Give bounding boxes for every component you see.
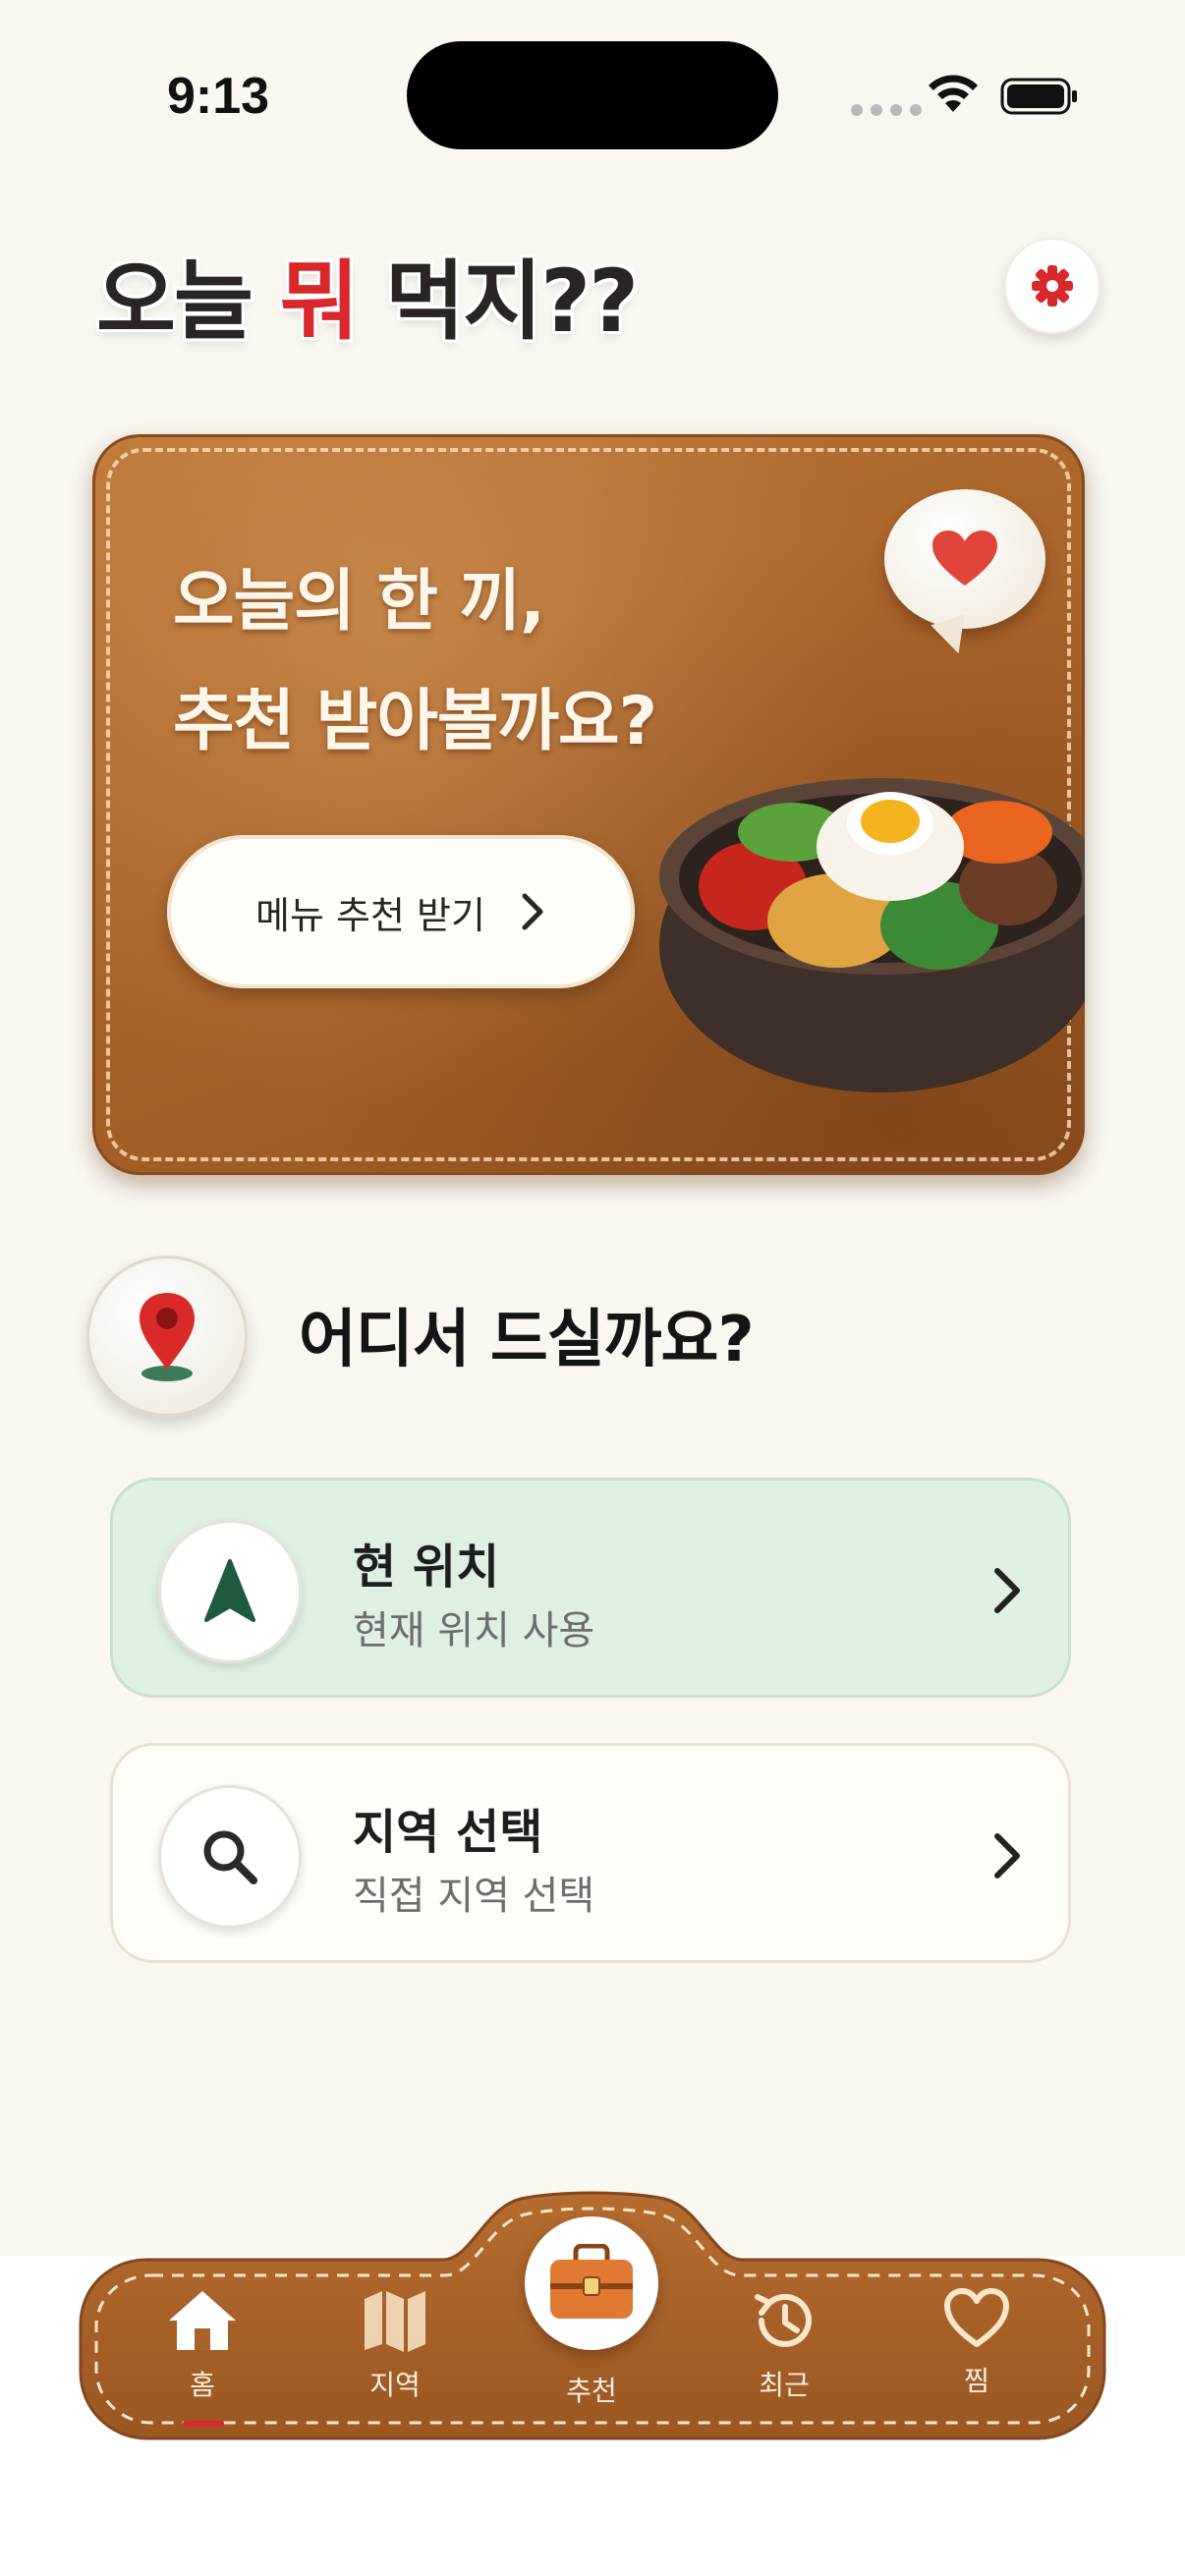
chevron-right-icon	[994, 1568, 1020, 1613]
chevron-right-icon	[522, 893, 543, 930]
map-icon	[365, 2291, 425, 2352]
current-location-title: 현 위치	[353, 1540, 500, 1595]
menu-recommend-button[interactable]: 메뉴 추천 받기	[167, 835, 635, 988]
region-select-icon-circle	[158, 1785, 302, 1929]
location-pin-badge	[86, 1256, 248, 1417]
settings-button[interactable]	[1004, 238, 1100, 334]
navigation-arrow-icon	[204, 1559, 255, 1622]
chevron-right-icon	[994, 1833, 1020, 1878]
battery-icon	[1000, 78, 1077, 115]
hero-line-2: 추천 받아볼까요?	[173, 683, 657, 760]
tab-home-label: 홈	[190, 2369, 215, 2401]
tab-recent[interactable]: 최근	[705, 2287, 863, 2403]
hero-headline: 오늘의 한 끼, 추천 받아볼까요?	[173, 542, 657, 782]
cellular-signal-icon	[851, 104, 922, 116]
wifi-icon	[929, 75, 978, 112]
tab-recommend-button[interactable]	[525, 2216, 658, 2350]
bibimbap-bowl-image	[659, 778, 1085, 1092]
search-icon	[203, 1830, 257, 1884]
hero-line-1: 오늘의 한 끼,	[173, 563, 545, 641]
region-select-title: 지역 선택	[353, 1805, 543, 1860]
tab-home[interactable]: 홈	[124, 2287, 281, 2403]
heart-icon	[944, 2288, 1009, 2347]
current-location-option[interactable]: 현 위치 현재 위치 사용	[110, 1478, 1071, 1698]
region-select-subtitle: 직접 지역 선택	[353, 1874, 595, 1919]
home-screen: 9:13 오늘 뭐 먹지?? 오늘의 한 끼, 추천 받아볼까요? 메뉴 추천 …	[0, 0, 1185, 2576]
current-location-icon-circle	[158, 1520, 302, 1663]
history-icon	[755, 2293, 812, 2347]
gear-icon	[1032, 265, 1073, 307]
tab-recent-label: 최근	[759, 2369, 810, 2401]
recommend-hero-card: 오늘의 한 끼, 추천 받아볼까요? 메뉴 추천 받기	[92, 434, 1085, 1175]
dynamic-island	[407, 41, 778, 149]
tab-recommend-label: 추천	[566, 2375, 617, 2407]
tab-favorites[interactable]: 찜	[898, 2287, 1055, 2399]
location-section-title: 어디서 드실까요?	[299, 1304, 755, 1376]
menu-recommend-label: 메뉴 추천 받기	[255, 893, 485, 937]
tab-region-label: 지역	[369, 2369, 421, 2401]
tab-favorites-label: 찜	[964, 2365, 989, 2397]
region-select-option[interactable]: 지역 선택 직접 지역 선택	[110, 1743, 1071, 1963]
map-pin-icon	[140, 1293, 195, 1381]
active-tab-indicator	[183, 2421, 224, 2427]
tab-region[interactable]: 지역	[316, 2287, 474, 2403]
title-suffix: 먹지??	[357, 251, 639, 352]
bottom-tab-bar: 홈 지역 추천 최근 찜	[79, 2189, 1106, 2464]
toolbox-icon	[550, 2244, 633, 2319]
title-prefix: 오늘	[96, 251, 280, 352]
home-icon	[169, 2291, 236, 2350]
title-accent: 뭐	[279, 251, 360, 352]
status-time: 9:13	[167, 68, 270, 125]
app-title: 오늘 뭐 먹지??	[96, 232, 639, 357]
current-location-subtitle: 현재 위치 사용	[353, 1608, 595, 1653]
heart-bubble-icon	[884, 489, 1045, 629]
